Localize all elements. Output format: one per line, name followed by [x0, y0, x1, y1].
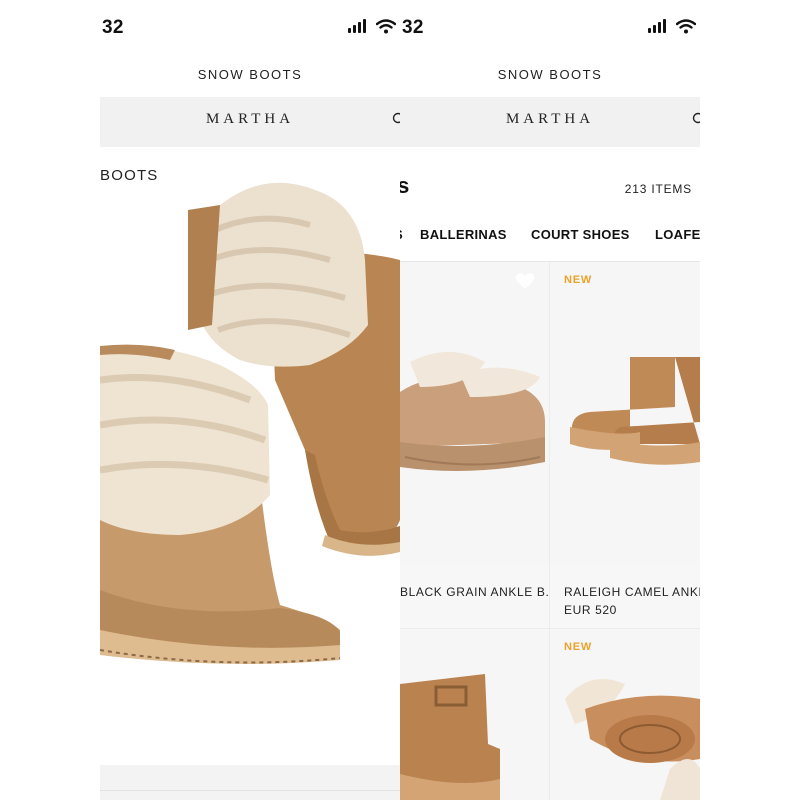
- brand-bar: MARTHA: [100, 97, 400, 147]
- section-title[interactable]: SNOW BOOTS: [100, 67, 400, 82]
- product-price: EUR 520: [564, 603, 617, 617]
- signal-icon: [648, 19, 666, 33]
- signal-icon: [348, 19, 366, 33]
- wifi-icon: [676, 19, 696, 34]
- search-icon[interactable]: [692, 112, 700, 126]
- category-title: oes: [400, 173, 410, 198]
- product-card[interactable]: BLACK GRAIN ANKLE B...: [400, 262, 549, 628]
- filter-chip[interactable]: S: [400, 227, 403, 242]
- filter-chip-row[interactable]: S BALLERINAS COURT SHOES LOAFE: [400, 227, 700, 249]
- product-card[interactable]: NEW RALEIGH CAMEL ANKLE B EUR 520: [550, 262, 700, 628]
- item-count: 213 ITEMS: [624, 182, 692, 196]
- bottom-strip: [100, 765, 400, 800]
- heart-icon[interactable]: [515, 272, 535, 290]
- brand-logo[interactable]: MARTHA: [400, 111, 700, 128]
- product-image[interactable]: [400, 262, 549, 565]
- product-name: BLACK GRAIN ANKLE B...: [400, 585, 549, 599]
- new-badge: NEW: [564, 274, 593, 286]
- hero-label: BOOTS: [100, 167, 159, 184]
- brand-bar: MARTHA: [400, 97, 700, 147]
- product-info[interactable]: BLACK GRAIN ANKLE B...: [400, 565, 549, 628]
- product-image[interactable]: [400, 629, 549, 800]
- section-title[interactable]: SNOW BOOTS: [400, 67, 700, 82]
- left-screen: 32 SNOW BOOTS MARTHA BOOTS: [100, 0, 400, 800]
- product-image[interactable]: [550, 262, 700, 565]
- product-name: RALEIGH CAMEL ANKLE B: [564, 585, 700, 599]
- filter-chip-ballerinas[interactable]: BALLERINAS: [420, 227, 507, 242]
- divider: [100, 790, 400, 791]
- product-info[interactable]: RALEIGH CAMEL ANKLE B EUR 520: [550, 565, 700, 628]
- product-grid: BLACK GRAIN ANKLE B... NEW RALEIGH CAMEL…: [400, 262, 700, 800]
- product-card[interactable]: [400, 629, 549, 800]
- filter-chip-court-shoes[interactable]: COURT SHOES: [531, 227, 630, 242]
- filter-chip-loafers[interactable]: LOAFE: [655, 227, 700, 242]
- status-time: 32: [402, 17, 424, 38]
- product-image[interactable]: [550, 629, 700, 800]
- search-icon[interactable]: [392, 112, 400, 126]
- brand-logo[interactable]: MARTHA: [100, 111, 400, 128]
- product-card[interactable]: NEW: [550, 629, 700, 800]
- status-time: 32: [102, 17, 124, 38]
- new-badge: NEW: [564, 641, 593, 653]
- wifi-icon: [376, 19, 396, 34]
- left-status-icons: [348, 19, 400, 35]
- right-screen: 32 SNOW BOOTS MARTHA oes 213 ITEMS S: [400, 0, 700, 800]
- shearling-boots-hero-image[interactable]: [100, 150, 400, 765]
